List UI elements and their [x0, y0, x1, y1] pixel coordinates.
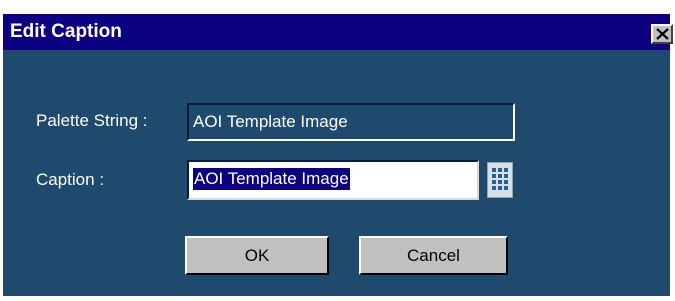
keypad-picker-button[interactable]: [487, 162, 513, 198]
caption-input[interactable]: AOI Template Image: [187, 160, 479, 200]
dialog-bottom-edge: [3, 284, 670, 296]
dialog-title: Edit Caption: [10, 21, 122, 42]
caption-label: Caption :: [36, 170, 105, 189]
close-icon: [656, 28, 669, 40]
palette-string-label: Palette String :: [36, 111, 148, 130]
edit-caption-dialog: Edit Caption Palette String : AOI Templa…: [0, 0, 674, 300]
palette-string-field: AOI Template Image: [187, 103, 515, 141]
keypad-grid-icon: [492, 168, 508, 190]
caption-input-text: AOI Template Image: [193, 168, 350, 190]
title-bar[interactable]: Edit Caption: [3, 14, 673, 50]
palette-string-value: AOI Template Image: [193, 112, 348, 131]
ok-button[interactable]: OK: [185, 236, 329, 275]
cancel-button[interactable]: Cancel: [359, 236, 508, 275]
close-button[interactable]: [651, 24, 673, 44]
